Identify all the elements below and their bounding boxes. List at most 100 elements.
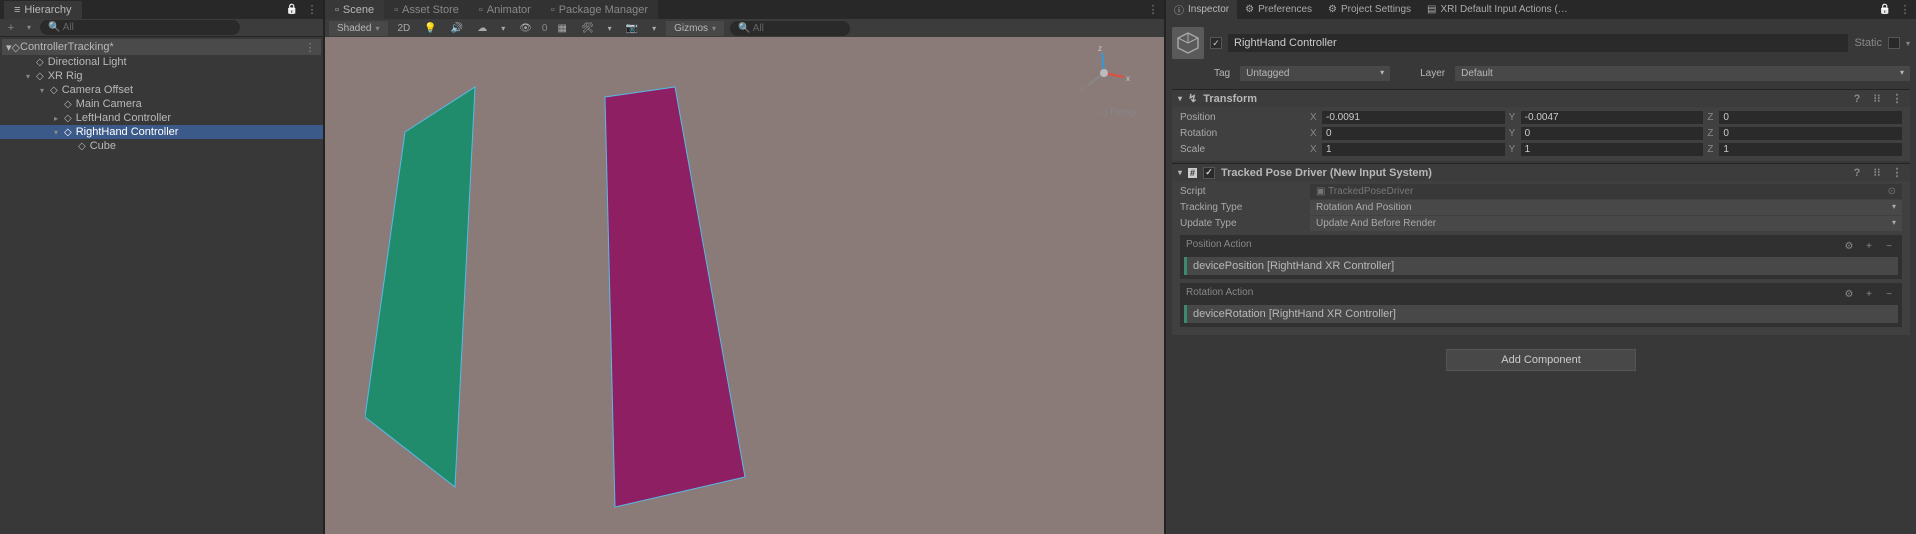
fx-toggle-icon[interactable]: ☁ <box>473 21 491 36</box>
add-component-button[interactable]: Add Component <box>1446 349 1636 371</box>
hierarchy-item[interactable]: ◇Main Camera <box>0 97 323 111</box>
gameobject-icon: ◇ <box>64 113 72 124</box>
component-header[interactable]: ▾ ↯ Transform ? ⁝⁝ ⋮ <box>1172 89 1910 107</box>
tracking-type-label: Tracking Type <box>1180 202 1310 213</box>
tag-dropdown[interactable]: Untagged▾ <box>1240 66 1390 81</box>
camera-icon[interactable]: 📷 <box>622 21 642 36</box>
foldout-icon[interactable]: ▸ <box>54 114 64 123</box>
orientation-gizmo[interactable]: x z y <box>1074 43 1134 103</box>
component-menu-icon[interactable]: ⋮ <box>1890 166 1904 180</box>
search-icon: 🔍 <box>738 23 750 34</box>
tools-icon[interactable]: 🛠 <box>577 21 598 36</box>
y-input[interactable]: 1 <box>1521 143 1704 156</box>
item-label: Directional Light <box>48 56 127 68</box>
remove-icon[interactable]: − <box>1882 287 1896 301</box>
grid-toggle-icon[interactable]: ▦ <box>553 21 570 36</box>
object-picker-icon[interactable]: ⊙ <box>1888 186 1896 197</box>
lock-icon[interactable] <box>1878 2 1892 16</box>
tab-scene[interactable]: ▫Scene <box>325 0 384 19</box>
component-menu-icon[interactable]: ⋮ <box>1890 92 1904 106</box>
tab-hierarchy[interactable]: ≡ Hierarchy <box>4 1 82 19</box>
z-input[interactable]: 0 <box>1719 111 1902 124</box>
component-header[interactable]: ▾ # ✓ Tracked Pose Driver (New Input Sys… <box>1172 163 1910 181</box>
tab-package-manager[interactable]: ▫Package Manager <box>541 0 658 19</box>
hierarchy-item[interactable]: ▾◇RightHand Controller <box>0 125 323 139</box>
inspector-body: ✓ Static ▾ Tag Untagged▾ Layer Default▾ … <box>1166 19 1916 389</box>
tracking-type-dropdown[interactable]: Rotation And Position▾ <box>1310 200 1902 215</box>
hierarchy-item[interactable]: ▾◇XR Rig <box>0 69 323 83</box>
tab-animator[interactable]: ▫Animator <box>469 0 541 19</box>
tools-dropdown-icon[interactable]: ▾ <box>604 22 616 35</box>
gear-icon[interactable]: ⚙ <box>1842 239 1856 253</box>
tab-asset-store[interactable]: ▫Asset Store <box>384 0 469 19</box>
foldout-icon[interactable]: ▾ <box>26 72 36 81</box>
static-dropdown-icon[interactable]: ▾ <box>1906 39 1910 48</box>
inspector-panel: ⓘInspector⚙Preferences⚙Project Settings▤… <box>1166 0 1916 534</box>
unity-scene-icon: ◇ <box>12 41 20 54</box>
tab-xri-default-input-actions-[interactable]: ▤XRI Default Input Actions (… <box>1419 0 1576 19</box>
fx-dropdown-icon[interactable]: ▾ <box>497 22 509 35</box>
projection-label[interactable]: ◁ Persp <box>1099 107 1136 118</box>
lock-icon[interactable] <box>285 3 299 17</box>
add-icon[interactable]: + <box>1862 287 1876 301</box>
x-input[interactable]: -0.0091 <box>1322 111 1505 124</box>
remove-icon[interactable]: − <box>1882 239 1896 253</box>
foldout-icon[interactable]: ▾ <box>1178 168 1182 177</box>
foldout-icon[interactable]: ▾ <box>1178 94 1182 103</box>
y-input[interactable]: 0 <box>1521 127 1704 140</box>
add-icon[interactable]: + <box>1862 239 1876 253</box>
context-menu-icon[interactable]: ⋮ <box>305 3 319 17</box>
gizmos-dropdown[interactable]: Gizmos <box>666 21 724 36</box>
z-input[interactable]: 1 <box>1719 143 1902 156</box>
component-enabled-checkbox[interactable]: ✓ <box>1203 167 1215 179</box>
hierarchy-search-input[interactable]: 🔍 All <box>40 20 240 35</box>
hierarchy-tab-bar: ≡ Hierarchy ⋮ <box>0 0 323 19</box>
z-input[interactable]: 0 <box>1719 127 1902 140</box>
hierarchy-icon: ≡ <box>14 4 20 16</box>
help-icon[interactable]: ? <box>1850 166 1864 180</box>
position-action-binding[interactable]: devicePosition [RightHand XR Controller] <box>1184 257 1898 275</box>
shading-mode-dropdown[interactable]: Shaded <box>329 21 388 36</box>
tab-inspector[interactable]: ⓘInspector <box>1166 0 1237 19</box>
help-icon[interactable]: ? <box>1850 92 1864 106</box>
context-menu-icon[interactable]: ⋮ <box>1898 2 1912 16</box>
x-input[interactable]: 0 <box>1322 127 1505 140</box>
tab-preferences[interactable]: ⚙Preferences <box>1237 0 1320 19</box>
preset-icon[interactable]: ⁝⁝ <box>1870 92 1884 106</box>
y-input[interactable]: -0.0047 <box>1521 111 1704 124</box>
gameobject-icon[interactable] <box>1172 27 1204 59</box>
add-dropdown-icon[interactable]: ▾ <box>22 21 36 35</box>
scene-menu-icon[interactable]: ⋮ <box>303 40 317 54</box>
gameobject-enabled-checkbox[interactable]: ✓ <box>1210 37 1222 49</box>
static-checkbox[interactable] <box>1888 37 1900 49</box>
foldout-icon[interactable]: ▾ <box>54 128 64 137</box>
hidden-objects-icon[interactable]: 👁 <box>515 21 536 36</box>
update-type-dropdown[interactable]: Update And Before Render▾ <box>1310 216 1902 231</box>
lefthand-controller-mesh[interactable] <box>365 47 545 534</box>
rotation-action-binding[interactable]: deviceRotation [RightHand XR Controller] <box>1184 305 1898 323</box>
tab-project-settings[interactable]: ⚙Project Settings <box>1320 0 1419 19</box>
foldout-icon[interactable]: ▾ <box>40 86 50 95</box>
lighting-toggle-icon[interactable]: 💡 <box>420 21 440 36</box>
hierarchy-item[interactable]: ◇Cube <box>0 139 323 153</box>
tracking-type-row: Tracking Type Rotation And Position▾ <box>1180 199 1902 215</box>
hierarchy-item[interactable]: ▾◇Camera Offset <box>0 83 323 97</box>
audio-toggle-icon[interactable]: 🔊 <box>447 21 467 36</box>
layer-dropdown[interactable]: Default▾ <box>1455 66 1910 81</box>
hierarchy-item[interactable]: ◇Directional Light <box>0 55 323 69</box>
hierarchy-item[interactable]: ▸◇LeftHand Controller <box>0 111 323 125</box>
scene-search-input[interactable]: 🔍 All <box>730 21 850 36</box>
preset-icon[interactable]: ⁝⁝ <box>1870 166 1884 180</box>
scene-viewport[interactable]: x z y ◁ Persp <box>325 37 1164 534</box>
gameobject-name-input[interactable] <box>1228 34 1848 52</box>
righthand-controller-mesh[interactable] <box>565 47 785 534</box>
add-button[interactable]: + <box>4 21 18 35</box>
script-icon: # <box>1188 168 1197 178</box>
scene-header-row[interactable]: ▾ ◇ ControllerTracking* ⋮ <box>2 39 321 55</box>
x-input[interactable]: 1 <box>1322 143 1505 156</box>
context-menu-icon[interactable]: ⋮ <box>1146 2 1160 16</box>
gear-icon[interactable]: ⚙ <box>1842 287 1856 301</box>
camera-dropdown-icon[interactable]: ▾ <box>648 22 660 35</box>
item-label: Cube <box>90 140 116 152</box>
2d-toggle[interactable]: 2D <box>394 21 415 36</box>
